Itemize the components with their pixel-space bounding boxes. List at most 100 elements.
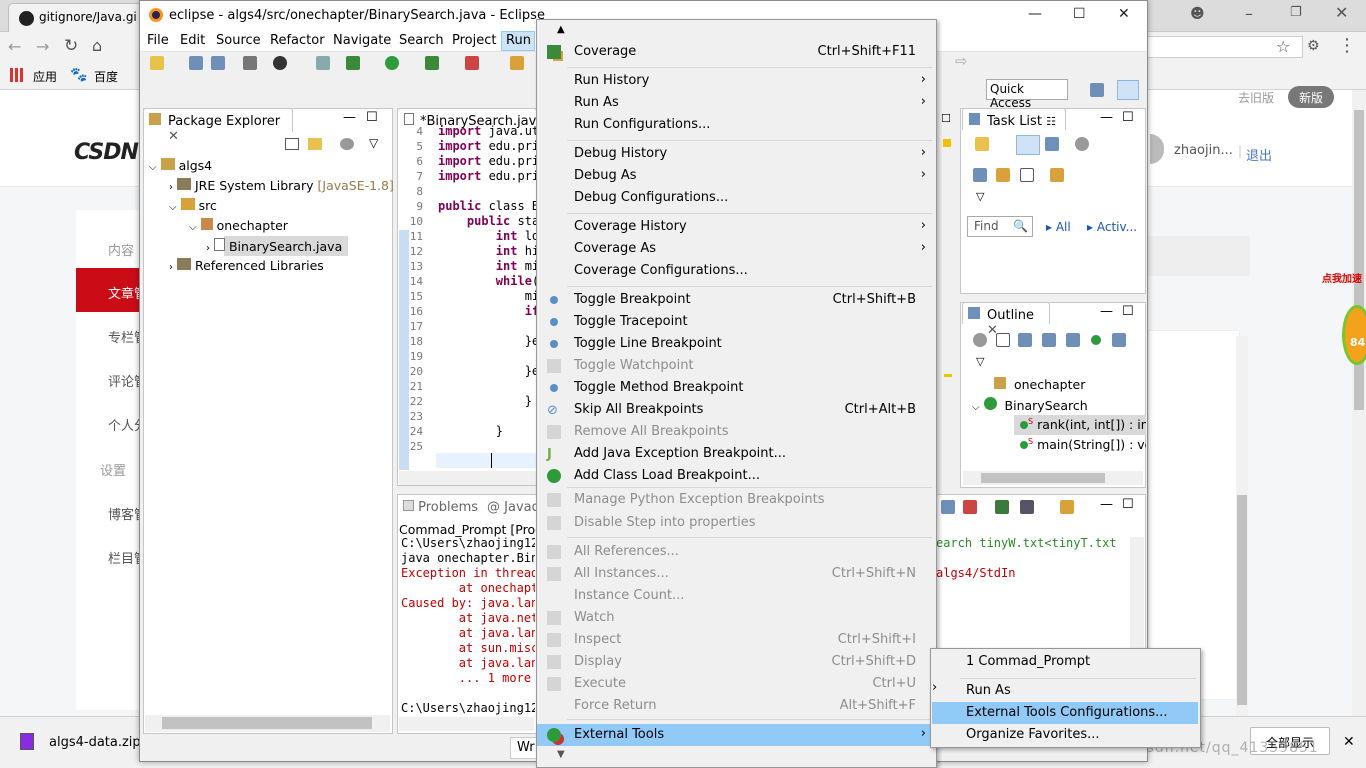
menu-item-run-as[interactable]: Run As › (537, 92, 936, 114)
eclipse-minimize-icon[interactable]: — (1028, 6, 1042, 22)
menu-file[interactable]: File (147, 33, 169, 48)
task-view-menu-icon[interactable]: ▽ (976, 190, 984, 203)
outline-package[interactable]: onechapter (994, 377, 1085, 392)
editor-hscroll[interactable] (399, 471, 536, 485)
menu-search[interactable]: Search (399, 33, 444, 48)
menu-edit[interactable]: Edit (180, 33, 205, 48)
explorer-hscroll-thumb[interactable] (162, 717, 372, 729)
panel-maximize-icon[interactable]: ☐ (366, 110, 378, 125)
menu-item-toggle-tracepoint[interactable]: Toggle Tracepoint (537, 311, 936, 333)
save-icon[interactable] (189, 56, 203, 70)
console-display-icon[interactable] (995, 500, 1009, 514)
back-icon[interactable]: ← (8, 37, 21, 56)
menu-source[interactable]: Source (216, 33, 261, 48)
new-package-icon[interactable] (510, 56, 524, 70)
console-pin-icon[interactable] (941, 500, 955, 514)
panel-minimize-icon[interactable]: — (343, 110, 356, 125)
outline-focus-icon[interactable] (973, 333, 987, 347)
user-icon[interactable]: ☻ (1190, 6, 1205, 22)
javadoc-tab[interactable]: @ Javad (487, 500, 540, 515)
old-version-button[interactable]: 去旧版 (1238, 89, 1274, 106)
menu-item-1-commad-prompt[interactable]: 1 Commad_Prompt (932, 651, 1198, 673)
browser-tab[interactable]: gitignore/Java.gi (8, 3, 143, 32)
download-file[interactable]: algs4-data.zip (49, 735, 141, 750)
tree-onechapter[interactable]: ⌵ onechapter (189, 218, 288, 233)
outline-collapse-icon[interactable] (996, 333, 1010, 347)
code-line[interactable]: mi (438, 289, 536, 304)
hide-nonpublic-icon[interactable] (1091, 335, 1101, 345)
outline-method-main[interactable]: S main(String[]) : vo (1020, 437, 1146, 452)
extension-icon[interactable]: ⚙ (1307, 38, 1320, 54)
promo-ball[interactable] (1342, 305, 1366, 365)
open-perspective-icon[interactable] (1090, 83, 1104, 97)
new-icon[interactable] (150, 56, 164, 70)
bookmark-apps[interactable]: 应用 (33, 68, 57, 85)
forward-nav-icon[interactable]: ⇨ (955, 52, 968, 70)
editor-side-maximize-icon[interactable]: ☐ (941, 112, 951, 125)
skip-breakpoints-toolbar-icon[interactable] (316, 56, 330, 70)
username[interactable]: zhaojin... (1174, 143, 1233, 158)
code-line[interactable]: import edu.pri (438, 169, 536, 184)
sort-icon[interactable] (1018, 333, 1032, 347)
scheduled-icon[interactable] (1045, 137, 1059, 151)
home-icon[interactable]: ⌂ (92, 36, 102, 55)
outline-hscroll-thumb[interactable] (981, 473, 1105, 483)
hide-static-icon[interactable] (1066, 333, 1080, 347)
tree-jre-library[interactable]: › JRE System Library [JavaSE-1.8] (169, 178, 394, 193)
forward-icon[interactable]: → (36, 37, 49, 56)
quick-access-input[interactable]: Quick Access (986, 79, 1068, 110)
menu-item-coverage-history[interactable]: Coverage History › (537, 216, 936, 238)
menu-icon[interactable]: ⋮ (1338, 35, 1356, 56)
view-menu-icon[interactable]: ▽ (369, 136, 378, 150)
code-line[interactable]: } (438, 394, 536, 409)
save-all-icon[interactable] (211, 56, 225, 70)
code-line[interactable]: import java.uti (438, 124, 536, 139)
console-new-icon[interactable] (1060, 500, 1074, 514)
code-line[interactable]: import edu.pri (438, 139, 536, 154)
logout-link[interactable]: 退出 (1246, 145, 1272, 164)
menu-scroll-down-icon[interactable]: ▼ (557, 749, 565, 760)
task-minimize-icon[interactable]: — (1100, 110, 1113, 125)
code-line[interactable]: import edu.pri (438, 154, 536, 169)
package-explorer-tab[interactable]: Package Explorer ✕ (143, 108, 293, 144)
task-maximize-icon[interactable]: ☐ (1122, 110, 1134, 125)
problems-tab[interactable]: Problems (403, 500, 478, 515)
restore-icon[interactable]: ❐ (1290, 5, 1302, 20)
menu-item-add-java-exception-breakpoint[interactable]: J Add Java Exception Breakpoint... (537, 443, 936, 465)
code-line[interactable]: }e (438, 364, 536, 379)
new-version-button[interactable]: 新版 (1288, 86, 1334, 108)
outline-minimize-icon[interactable]: — (1100, 304, 1113, 319)
bookmark-baidu[interactable]: 百度 (94, 68, 118, 85)
code-line[interactable]: public class B (438, 199, 536, 214)
outline-view-menu-icon[interactable]: ▽ (976, 355, 984, 368)
task-repo-icon[interactable] (1050, 168, 1064, 182)
code-line[interactable]: while( (438, 274, 536, 289)
outline-maximize-icon[interactable]: ☐ (1122, 304, 1134, 319)
search-box[interactable] (1148, 236, 1250, 276)
code-line[interactable]: }e (438, 334, 536, 349)
code-line[interactable]: int hi (438, 244, 536, 259)
menu-item-debug-configurations[interactable]: Debug Configurations... (537, 187, 936, 209)
menu-item-run-as[interactable]: Run As › (932, 680, 1198, 702)
menu-item-toggle-line-breakpoint[interactable]: Toggle Line Breakpoint (537, 333, 936, 355)
task-filter-all[interactable]: ▸ All (1046, 220, 1071, 234)
focus-task-icon[interactable] (1075, 137, 1089, 151)
categorized-button[interactable] (1016, 135, 1040, 155)
link-editor-icon[interactable] (308, 138, 322, 150)
menu-item-debug-as[interactable]: Debug As › (537, 165, 936, 187)
menu-item-coverage[interactable]: Coverage Ctrl+Shift+F11 (537, 41, 936, 63)
java-perspective-button[interactable] (1117, 80, 1139, 100)
console-hscroll[interactable] (399, 717, 534, 731)
menu-item-external-tools[interactable]: External Tools › (537, 724, 936, 746)
csdn-logo[interactable]: CSDN (74, 140, 139, 165)
collapse-all-icon[interactable] (285, 138, 299, 150)
code-line[interactable]: if (438, 304, 536, 319)
debug-icon[interactable] (346, 56, 360, 70)
task-find-input[interactable]: Find 🔍 (967, 216, 1033, 237)
code-line[interactable]: } (438, 424, 536, 439)
tree-algs4[interactable]: ⌵ algs4 (149, 158, 212, 173)
page-scroll-thumb[interactable] (1237, 495, 1247, 705)
focus-icon[interactable] (340, 138, 354, 150)
menu-item-skip-all-breakpoints[interactable]: ⊘ Skip All Breakpoints Ctrl+Alt+B (537, 399, 936, 421)
reload-icon[interactable]: ↻ (64, 36, 78, 56)
